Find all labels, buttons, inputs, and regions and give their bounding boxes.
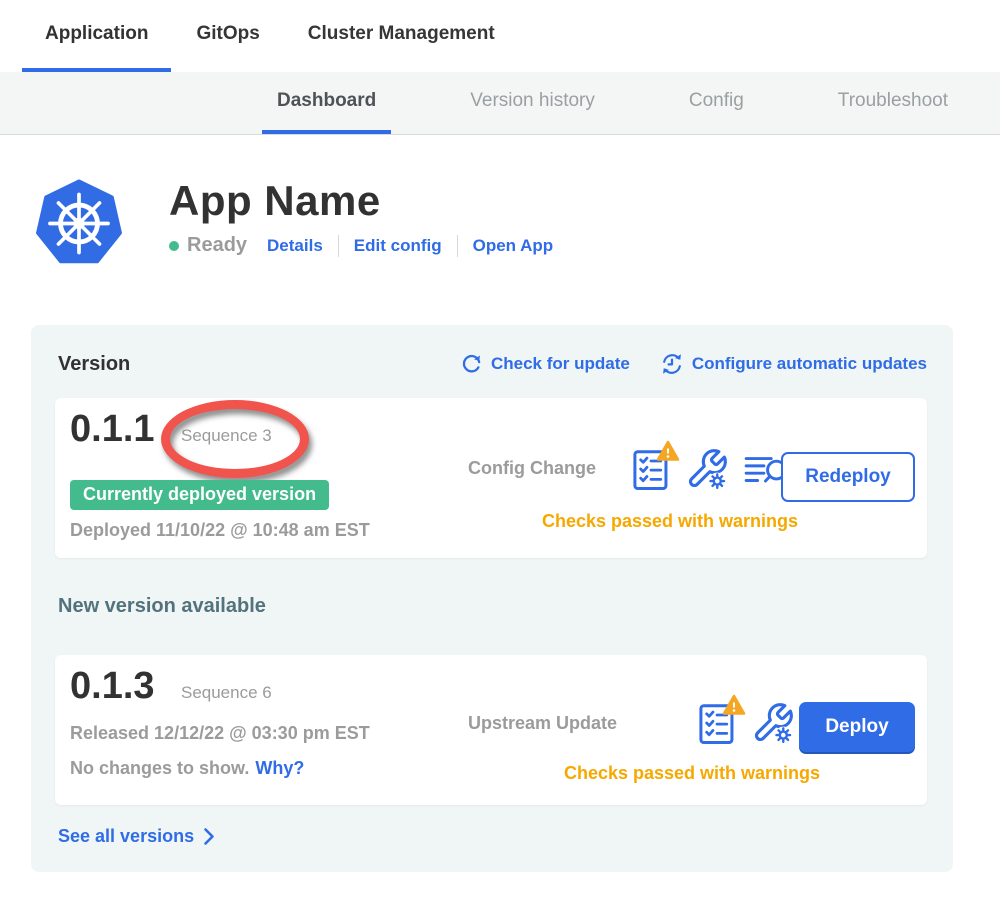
see-all-label: See all versions — [58, 826, 194, 847]
top-tab-label: Cluster Management — [308, 23, 495, 45]
no-changes-text: No changes to show. — [70, 758, 249, 778]
currently-deployed-badge: Currently deployed version — [70, 480, 329, 510]
check-for-update-link[interactable]: Check for update — [460, 352, 630, 376]
refresh-icon — [460, 353, 483, 376]
page-title: App Name — [169, 178, 553, 224]
sub-nav: Dashboard Version history Config Trouble… — [0, 72, 1000, 135]
edit-config-link[interactable]: Edit config — [354, 236, 442, 256]
ready-status-dot-icon — [169, 241, 179, 251]
open-app-link[interactable]: Open App — [473, 236, 554, 256]
config-wrench-gear-icon[interactable] — [751, 700, 795, 751]
details-link[interactable]: Details — [267, 236, 323, 256]
current-version-sequence: Sequence 3 — [181, 426, 272, 445]
top-tab-label: Application — [45, 23, 148, 45]
redeploy-button[interactable]: Redeploy — [781, 452, 915, 502]
config-wrench-gear-icon[interactable] — [685, 446, 729, 497]
preflight-checks-status: Checks passed with warnings — [495, 511, 845, 532]
app-status-row: Ready Details Edit config Open App — [169, 234, 553, 257]
action-label: Check for update — [491, 354, 630, 374]
auto-update-clock-icon — [660, 352, 684, 376]
released-timestamp: Released 12/12/22 @ 03:30 pm EST — [70, 723, 370, 744]
new-version-sequence: Sequence 6 — [181, 683, 272, 702]
preflight-checks-status: Checks passed with warnings — [517, 763, 867, 784]
tab-label: Version history — [470, 90, 595, 112]
tab-config[interactable]: Config — [674, 72, 759, 134]
kubernetes-logo-icon — [35, 178, 123, 269]
new-version-card: 0.1.3 Sequence 6 Released 12/12/22 @ 03:… — [55, 655, 927, 805]
why-link[interactable]: Why? — [255, 758, 304, 778]
deploy-button[interactable]: Deploy — [799, 702, 915, 752]
preflight-checklist-warning-icon[interactable] — [697, 700, 737, 746]
top-tab-label: GitOps — [196, 23, 259, 45]
warning-triangle-icon — [656, 440, 680, 462]
divider — [338, 235, 339, 257]
status-badge: Ready — [187, 234, 247, 257]
current-version-number: 0.1.1 — [70, 408, 155, 450]
new-version-available-heading: New version available — [58, 595, 953, 618]
top-tab-gitops[interactable]: GitOps — [173, 0, 282, 72]
configure-automatic-updates-link[interactable]: Configure automatic updates — [660, 352, 927, 376]
divider — [457, 235, 458, 257]
tab-dashboard[interactable]: Dashboard — [262, 72, 391, 134]
see-all-versions-link[interactable]: See all versions — [58, 826, 215, 847]
chevron-right-icon — [203, 827, 215, 846]
top-nav: Application GitOps Cluster Management — [0, 0, 1000, 72]
tab-troubleshoot[interactable]: Troubleshoot — [823, 72, 963, 134]
change-type-label: Upstream Update — [468, 713, 617, 734]
deployed-timestamp: Deployed 11/10/22 @ 10:48 am EST — [70, 520, 370, 541]
preflight-checklist-warning-icon[interactable] — [631, 446, 671, 492]
tab-label: Troubleshoot — [838, 90, 948, 112]
tab-label: Config — [689, 90, 744, 112]
top-tab-cluster-management[interactable]: Cluster Management — [285, 0, 518, 72]
action-label: Configure automatic updates — [692, 354, 927, 374]
change-type-label: Config Change — [468, 458, 596, 479]
version-panel: Version Check for update Configure autom… — [31, 325, 953, 872]
version-panel-title: Version — [58, 353, 130, 376]
warning-triangle-icon — [722, 694, 746, 716]
app-header: App Name Ready Details Edit config Open … — [35, 178, 1000, 269]
current-version-card: 0.1.1 Sequence 3 Currently deployed vers… — [55, 398, 927, 558]
tab-label: Dashboard — [277, 90, 376, 112]
tab-version-history[interactable]: Version history — [455, 72, 610, 134]
new-version-number: 0.1.3 — [70, 665, 155, 707]
top-tab-application[interactable]: Application — [22, 0, 171, 72]
